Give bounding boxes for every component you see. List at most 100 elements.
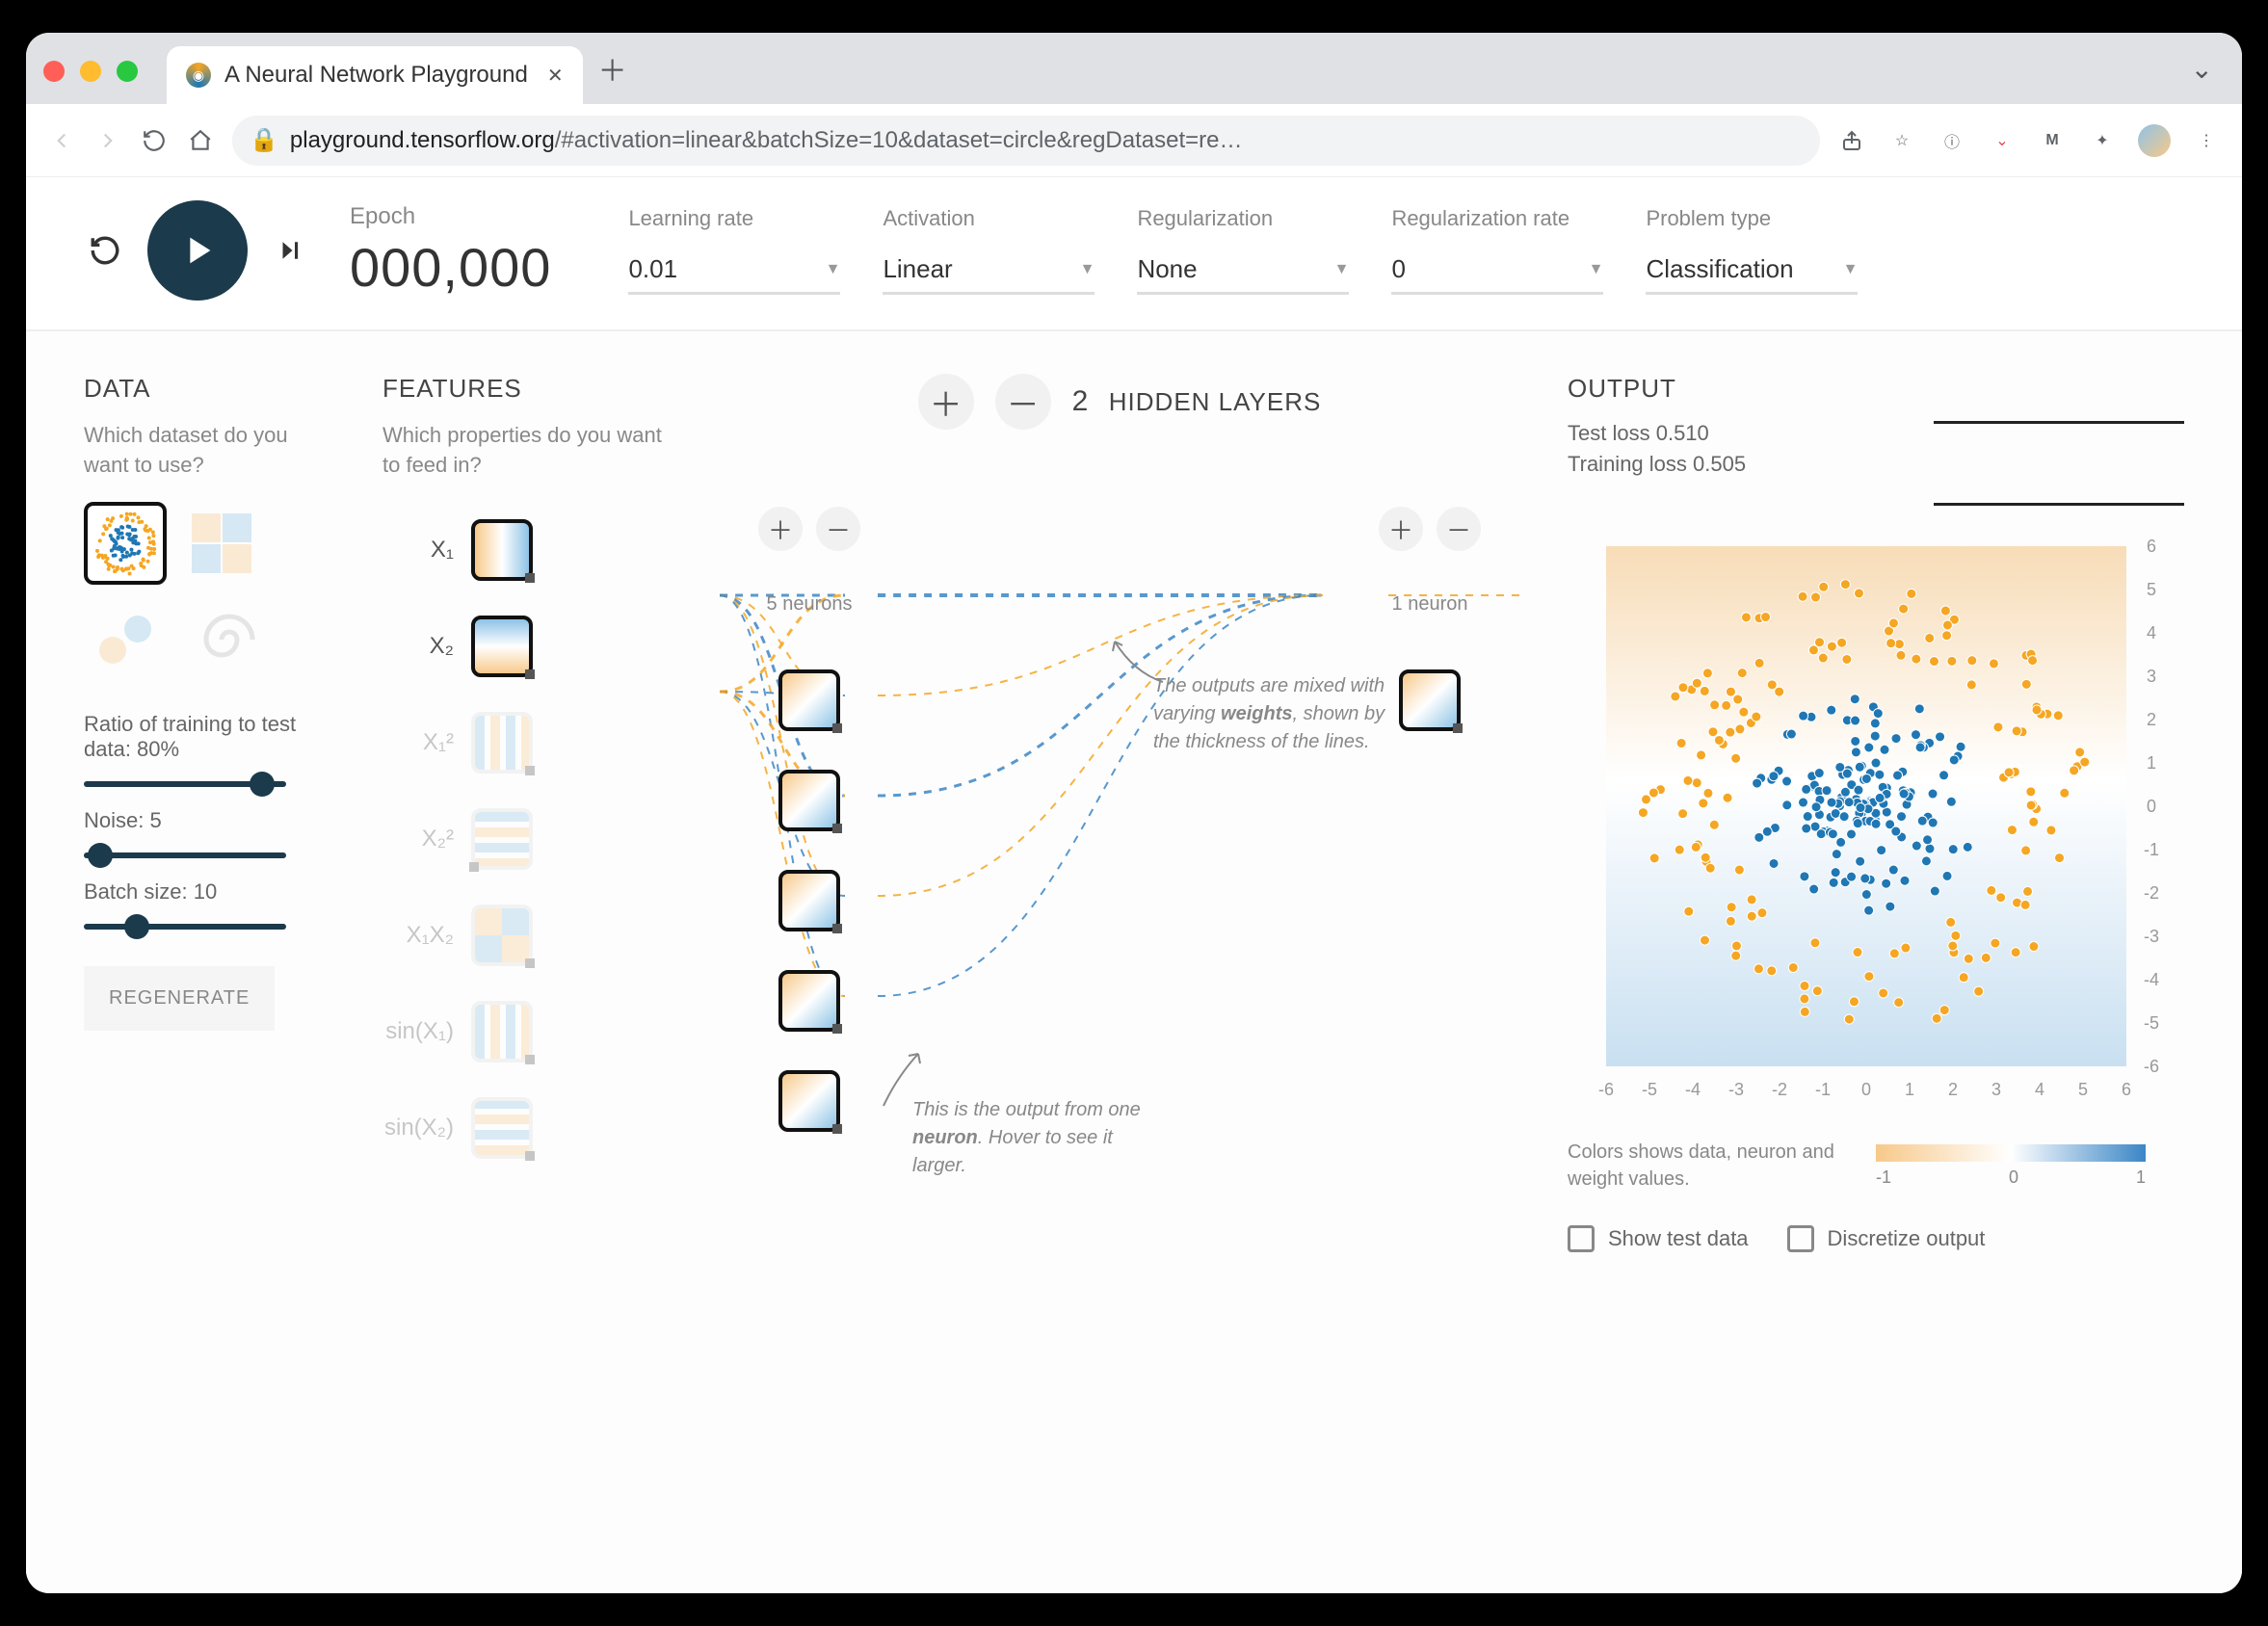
window-zoom-icon[interactable] [117, 61, 138, 82]
svg-text:-5: -5 [2144, 1013, 2159, 1033]
play-button[interactable] [147, 200, 248, 301]
svg-text:-3: -3 [2144, 927, 2159, 946]
problem-type-select[interactable]: Classification▼ [1646, 254, 1858, 295]
info-icon[interactable]: ⓘ [1938, 126, 1966, 155]
window-close-icon[interactable] [43, 61, 65, 82]
problem-type-label: Problem type [1646, 206, 1858, 231]
feature-x1[interactable]: X₁ [382, 502, 672, 598]
ratio-slider[interactable] [84, 781, 286, 787]
svg-text:-2: -2 [1772, 1080, 1787, 1099]
neuron-l1-5[interactable] [778, 1070, 840, 1132]
browser-tab[interactable]: ◉ A Neural Network Playground ✕ [167, 46, 583, 104]
profile-avatar[interactable] [2138, 124, 2171, 157]
layer2-caption: 1 neuron [1392, 593, 1468, 616]
tab-close-icon[interactable]: ✕ [547, 64, 564, 88]
batch-label: Batch size: 10 [84, 879, 334, 905]
loss-sparkline-test [1934, 421, 2184, 424]
add-layer-button[interactable]: ＋ [918, 374, 974, 430]
feature-sinx2[interactable]: sin(X₂) [382, 1080, 672, 1176]
noise-label: Noise: 5 [84, 808, 334, 833]
data-question: Which dataset do you want to use? [84, 421, 334, 481]
window-minimize-icon[interactable] [80, 61, 101, 82]
caret-down-icon: ▼ [1589, 261, 1604, 278]
extensions-icon[interactable]: ✦ [2088, 126, 2117, 155]
remove-neuron-l1[interactable]: － [816, 507, 860, 551]
legend-min: -1 [1876, 1167, 1891, 1188]
svg-text:-6: -6 [2144, 1057, 2159, 1076]
url-text: playground.tensorflow.org/#activation=li… [290, 127, 1243, 154]
reset-button[interactable] [84, 229, 126, 272]
caret-down-icon: ▼ [1080, 261, 1095, 278]
extension-m-icon[interactable]: M [2038, 126, 2067, 155]
batch-slider[interactable] [84, 924, 286, 930]
noise-slider[interactable] [84, 852, 286, 858]
feature-x1sq[interactable]: X₁² [382, 695, 672, 791]
regularization-select[interactable]: None▼ [1137, 254, 1349, 295]
new-tab-button[interactable]: ＋ [598, 47, 627, 90]
neuron-l2-1[interactable] [1399, 669, 1461, 731]
add-neuron-l2[interactable]: ＋ [1379, 507, 1423, 551]
svg-text:2: 2 [2147, 710, 2156, 729]
star-icon[interactable]: ☆ [1887, 126, 1916, 155]
learning-rate-select[interactable]: 0.01▼ [628, 254, 840, 295]
svg-text:1: 1 [2147, 753, 2156, 773]
feature-x2sq[interactable]: X₂² [382, 791, 672, 887]
discretize-output-checkbox[interactable]: Discretize output [1787, 1225, 1986, 1252]
svg-text:4: 4 [2035, 1080, 2044, 1099]
hidden-layers-title: 2 HIDDEN LAYERS [1072, 385, 1322, 418]
address-bar[interactable]: 🔒 playground.tensorflow.org/#activation=… [232, 116, 1820, 166]
legend-max: 1 [2136, 1167, 2146, 1188]
feature-x2[interactable]: X₂ [382, 598, 672, 695]
kebab-menu-icon[interactable]: ⋮ [2192, 126, 2221, 155]
show-test-data-checkbox[interactable]: Show test data [1568, 1225, 1749, 1252]
feature-sinx1[interactable]: sin(X₁) [382, 983, 672, 1080]
neuron-l1-1[interactable] [778, 669, 840, 731]
svg-text:0: 0 [2147, 797, 2156, 816]
svg-text:0: 0 [1861, 1080, 1871, 1099]
svg-text:5: 5 [2078, 1080, 2088, 1099]
dataset-spiral[interactable] [180, 598, 263, 681]
features-title: FEATURES [382, 374, 672, 404]
svg-text:6: 6 [2147, 537, 2156, 556]
output-plot: -6-5-4-3-2-10123456-6-5-4-3-2-10123456 [1568, 508, 2184, 1110]
dataset-gauss[interactable] [84, 598, 167, 681]
feature-x1x2[interactable]: X₁X₂ [382, 887, 672, 983]
lock-icon: 🔒 [250, 126, 278, 154]
hidden-layer-1: ＋－ 5 neurons [758, 507, 860, 1132]
regenerate-button[interactable]: REGENERATE [84, 966, 275, 1031]
svg-text:6: 6 [2122, 1080, 2131, 1099]
dataset-circle[interactable] [84, 502, 167, 585]
epoch-value: 000,000 [350, 236, 551, 299]
reg-rate-select[interactable]: 0▼ [1391, 254, 1603, 295]
neuron-l1-3[interactable] [778, 870, 840, 931]
svg-text:5: 5 [2147, 580, 2156, 599]
svg-text:-1: -1 [2144, 840, 2159, 859]
caret-down-icon: ▼ [826, 261, 841, 278]
neuron-l1-2[interactable] [778, 770, 840, 831]
svg-text:3: 3 [2147, 667, 2156, 686]
legend-text: Colors shows data, neuron and weight val… [1568, 1139, 1857, 1193]
remove-layer-button[interactable]: － [995, 374, 1051, 430]
home-icon[interactable] [186, 126, 215, 155]
share-icon[interactable] [1837, 126, 1866, 155]
learning-rate-label: Learning rate [628, 206, 840, 231]
step-button[interactable] [269, 229, 311, 272]
add-neuron-l1[interactable]: ＋ [758, 507, 803, 551]
svg-text:4: 4 [2147, 623, 2156, 643]
favicon-icon: ◉ [186, 63, 211, 88]
reload-icon[interactable] [140, 126, 169, 155]
dataset-xor[interactable] [180, 502, 263, 585]
remove-neuron-l2[interactable]: － [1437, 507, 1481, 551]
caret-down-icon: ▼ [1843, 261, 1859, 278]
loss-sparkline-train [1934, 503, 2184, 506]
nav-forward-icon[interactable] [93, 126, 122, 155]
nav-back-icon[interactable] [47, 126, 76, 155]
tab-title: A Neural Network Playground [224, 62, 528, 89]
svg-text:-1: -1 [1815, 1080, 1831, 1099]
pocket-icon[interactable]: ⌄ [1988, 126, 2017, 155]
tabs-dropdown-icon[interactable]: ⌄ [2191, 53, 2213, 85]
activation-select[interactable]: Linear▼ [883, 254, 1094, 295]
svg-text:-4: -4 [1685, 1080, 1701, 1099]
ratio-label: Ratio of training to test data: 80% [84, 712, 334, 762]
neuron-l1-4[interactable] [778, 970, 840, 1032]
